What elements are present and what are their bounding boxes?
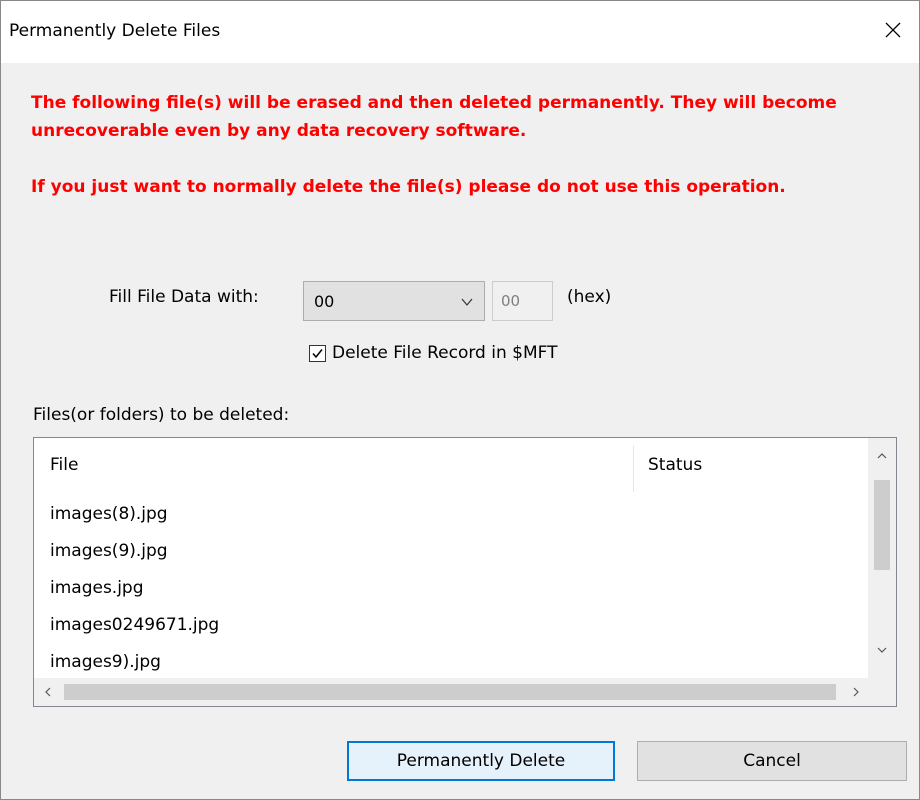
checkmark-icon: [312, 348, 323, 358]
delete-record-checkbox-row[interactable]: Delete File Record in $MFT: [309, 341, 558, 365]
list-item[interactable]: images.jpg: [34, 570, 870, 607]
horizontal-scroll-thumb[interactable]: [64, 684, 836, 700]
list-item[interactable]: images(9).jpg: [34, 533, 870, 570]
files-list-label: Files(or folders) to be deleted:: [33, 405, 290, 425]
vertical-scroll-thumb[interactable]: [874, 480, 890, 570]
hex-value-input[interactable]: 00: [492, 281, 553, 321]
chevron-down-icon: [876, 641, 888, 660]
file-rows: images(8).jpg images(9).jpg images.jpg i…: [34, 496, 870, 681]
scroll-right-button[interactable]: [842, 678, 870, 706]
permanently-delete-button[interactable]: Permanently Delete: [347, 741, 615, 781]
chevron-left-icon: [42, 683, 54, 702]
window-title: Permanently Delete Files: [9, 21, 221, 41]
column-header-status[interactable]: Status: [634, 438, 870, 492]
delete-record-checkbox[interactable]: [309, 344, 326, 362]
scroll-down-button[interactable]: [868, 636, 896, 664]
title-bar: Permanently Delete Files: [1, 1, 919, 63]
fill-data-label: Fill File Data with:: [109, 287, 259, 307]
column-header-file[interactable]: File: [34, 438, 634, 492]
dialog-window: Permanently Delete Files The following f…: [0, 0, 920, 800]
hex-suffix-label: (hex): [567, 287, 612, 307]
chevron-down-icon: [460, 294, 474, 313]
list-item[interactable]: images0249671.jpg: [34, 607, 870, 644]
scrollbar-corner: [868, 676, 896, 706]
warning-erase-text: The following file(s) will be erased and…: [31, 93, 837, 141]
close-icon: [884, 21, 902, 43]
vertical-scrollbar[interactable]: [868, 438, 896, 678]
list-item[interactable]: images(8).jpg: [34, 496, 870, 533]
fill-data-selected: 00: [314, 292, 335, 311]
list-item[interactable]: images9).jpg: [34, 644, 870, 681]
cancel-button[interactable]: Cancel: [637, 741, 907, 781]
close-button[interactable]: [867, 1, 919, 63]
fill-data-dropdown[interactable]: 00: [303, 281, 485, 321]
warning-normal-delete-text: If you just want to normally delete the …: [31, 177, 786, 197]
chevron-up-icon: [876, 447, 888, 466]
scroll-left-button[interactable]: [34, 678, 62, 706]
chevron-right-icon: [850, 683, 862, 702]
horizontal-scrollbar[interactable]: [34, 678, 870, 706]
delete-record-label: Delete File Record in $MFT: [332, 343, 558, 363]
scroll-up-button[interactable]: [868, 442, 896, 470]
files-list-view[interactable]: File Status images(8).jpg images(9).jpg …: [33, 437, 897, 707]
